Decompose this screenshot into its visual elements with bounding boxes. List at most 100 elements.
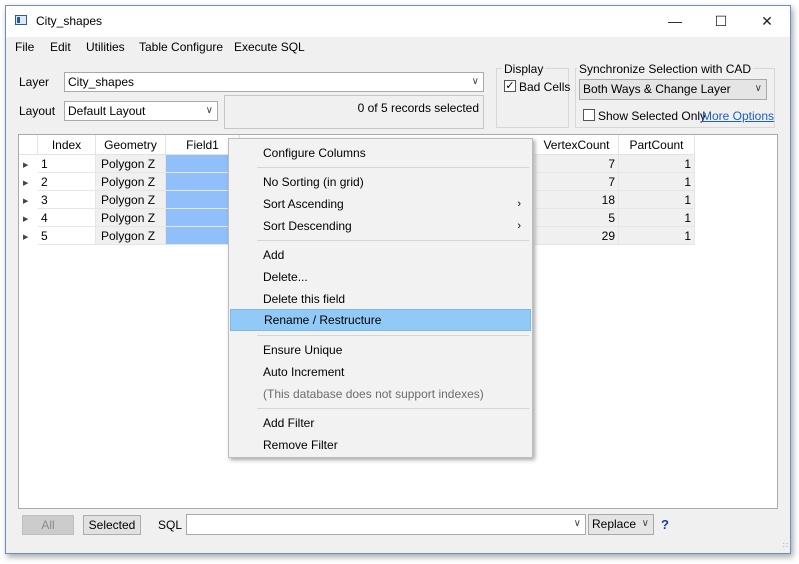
layout-dropdown[interactable]: Default Layout ∨ — [64, 101, 218, 121]
menu-item-delete-field[interactable]: Delete this field — [230, 288, 531, 310]
cell-index[interactable]: 5 — [38, 227, 96, 245]
menu-item-delete[interactable]: Delete... — [230, 266, 531, 288]
cell-partcount[interactable]: 1 — [619, 209, 695, 227]
menu-item-label: (This database does not support indexes) — [263, 387, 484, 401]
menu-item-configure-columns[interactable]: Configure Columns — [230, 142, 531, 164]
replace-dropdown[interactable]: Replace ∨ — [588, 514, 654, 535]
close-button[interactable]: ✕ — [744, 6, 790, 36]
chevron-down-icon: ∨ — [641, 518, 649, 529]
resize-grip-icon[interactable]: ∷ — [783, 541, 788, 550]
menu-item-add[interactable]: Add — [230, 244, 531, 266]
context-menu: Configure Columns No Sorting (in grid) S… — [228, 138, 533, 458]
menu-item-label: No Sorting (in grid) — [263, 175, 364, 189]
menu-item-label: Ensure Unique — [263, 343, 343, 357]
column-header-index[interactable]: Index — [38, 135, 96, 155]
submenu-arrow-icon: › — [517, 220, 521, 232]
cell-index[interactable]: 3 — [38, 191, 96, 209]
row-marker-icon: ▶ — [23, 216, 29, 223]
menu-separator — [257, 167, 529, 168]
chevron-down-icon: ∨ — [754, 83, 762, 94]
cell-index[interactable]: 4 — [38, 209, 96, 227]
sync-value: Both Ways & Change Layer — [583, 82, 731, 96]
sync-dropdown[interactable]: Both Ways & Change Layer ∨ — [579, 79, 767, 100]
cell-vertexcount[interactable]: 7 — [535, 155, 619, 173]
bad-cells-label: Bad Cells — [519, 80, 571, 94]
sql-input[interactable]: ∨ — [186, 514, 586, 535]
display-group — [496, 68, 569, 128]
menu-separator — [257, 335, 529, 336]
menu-execute-sql[interactable]: Execute SQL — [234, 40, 305, 54]
menu-item-label: Sort Ascending — [263, 197, 344, 211]
menu-item-sort-ascending[interactable]: Sort Ascending › — [230, 193, 531, 215]
records-status-box: 0 of 5 records selected — [224, 95, 484, 129]
all-button[interactable]: All — [22, 515, 74, 535]
cell-vertexcount[interactable]: 29 — [535, 227, 619, 245]
cell-partcount[interactable]: 1 — [619, 155, 695, 173]
layer-label: Layer — [19, 75, 50, 89]
cell-index[interactable]: 2 — [38, 173, 96, 191]
row-marker-icon: ▶ — [23, 234, 29, 241]
menu-separator — [257, 240, 529, 241]
cell-geometry[interactable]: Polygon Z — [96, 155, 166, 173]
submenu-arrow-icon: › — [517, 198, 521, 210]
cell-partcount[interactable]: 1 — [619, 227, 695, 245]
show-selected-only-checkbox[interactable] — [583, 109, 595, 121]
layer-value: City_shapes — [68, 75, 135, 89]
layer-dropdown[interactable]: City_shapes ∨ — [64, 72, 484, 92]
menu-item-label: Add — [263, 248, 285, 262]
title-bar: City_shapes — ☐ ✕ — [6, 6, 790, 37]
menu-table-configure[interactable]: Table Configure — [139, 40, 223, 54]
minimize-button[interactable]: — — [652, 6, 698, 36]
cell-geometry[interactable]: Polygon Z — [96, 191, 166, 209]
bad-cells-checkbox[interactable]: ✓ — [504, 80, 516, 92]
records-status: 0 of 5 records selected — [357, 101, 479, 115]
cell-index[interactable]: 1 — [38, 155, 96, 173]
menu-item-label: Remove Filter — [263, 438, 338, 452]
menu-item-label: Rename / Restructure — [264, 313, 382, 327]
menu-item-label: Delete... — [263, 270, 308, 284]
layout-label: Layout — [19, 104, 56, 118]
menu-item-rename-restructure[interactable]: Rename / Restructure — [230, 309, 531, 331]
cell-geometry[interactable]: Polygon Z — [96, 173, 166, 191]
row-marker-icon: ▶ — [23, 180, 29, 187]
menu-item-no-sorting[interactable]: No Sorting (in grid) — [230, 171, 531, 193]
menu-file[interactable]: File — [15, 40, 34, 54]
row-header-corner — [19, 135, 38, 155]
maximize-button[interactable]: ☐ — [698, 6, 744, 36]
menu-item-label: Configure Columns — [263, 146, 366, 160]
display-label: Display — [502, 62, 546, 76]
cell-partcount[interactable]: 1 — [619, 191, 695, 209]
cell-geometry[interactable]: Polygon Z — [96, 209, 166, 227]
menu-bar: File Edit Utilities Table Configure Exec… — [6, 37, 790, 59]
cell-vertexcount[interactable]: 7 — [535, 173, 619, 191]
column-header-geometry[interactable]: Geometry — [96, 135, 166, 155]
show-selected-only-label: Show Selected Only — [598, 109, 707, 123]
cell-vertexcount[interactable]: 18 — [535, 191, 619, 209]
menu-separator — [257, 408, 529, 409]
cell-vertexcount[interactable]: 5 — [535, 209, 619, 227]
menu-item-add-filter[interactable]: Add Filter — [230, 412, 531, 434]
column-header-partcount[interactable]: PartCount — [619, 135, 695, 155]
chevron-down-icon: ∨ — [573, 518, 581, 529]
menu-item-label: Add Filter — [263, 416, 315, 430]
layout-value: Default Layout — [68, 104, 146, 118]
help-icon[interactable]: ? — [661, 517, 669, 532]
menu-item-remove-filter[interactable]: Remove Filter — [230, 434, 531, 456]
menu-utilities[interactable]: Utilities — [86, 40, 125, 54]
row-marker-icon: ▶ — [23, 162, 29, 169]
menu-item-label: Delete this field — [263, 292, 346, 306]
chevron-down-icon: ∨ — [205, 105, 213, 116]
check-icon: ✓ — [505, 80, 515, 92]
cell-geometry[interactable]: Polygon Z — [96, 227, 166, 245]
selected-button[interactable]: Selected — [83, 515, 141, 535]
menu-item-label: Auto Increment — [263, 365, 345, 379]
column-header-vertexcount[interactable]: VertexCount — [535, 135, 619, 155]
cell-partcount[interactable]: 1 — [619, 173, 695, 191]
menu-edit[interactable]: Edit — [50, 40, 71, 54]
more-options-link[interactable]: More Options — [702, 109, 774, 123]
menu-item-no-indexes: (This database does not support indexes) — [230, 383, 531, 405]
menu-item-ensure-unique[interactable]: Ensure Unique — [230, 339, 531, 361]
menu-item-auto-increment[interactable]: Auto Increment — [230, 361, 531, 383]
row-marker-icon: ▶ — [23, 198, 29, 205]
menu-item-sort-descending[interactable]: Sort Descending › — [230, 215, 531, 237]
